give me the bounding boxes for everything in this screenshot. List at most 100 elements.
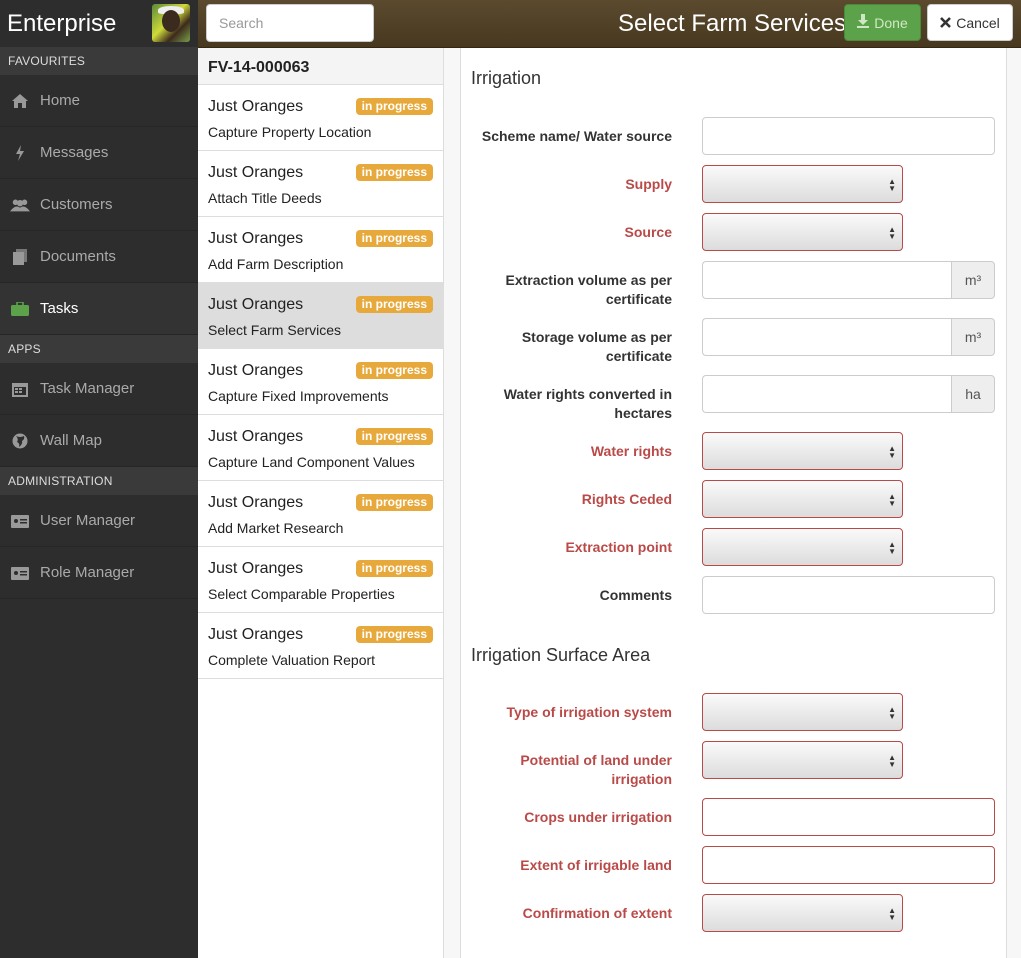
task-list-item[interactable]: Just Oranges in progress Add Farm Descript… — [198, 217, 443, 283]
storage-volume-label: Storage volume as per certificate — [521, 329, 672, 364]
irrigation-surface-legend: Irrigation Surface Area — [471, 645, 651, 665]
status-badge: in progress — [355, 230, 433, 247]
select-arrows-icon: ▲ ▼ — [888, 177, 896, 193]
select-arrows-icon: ▲ ▼ — [888, 492, 896, 508]
section-administration: ADMINISTRATION — [0, 467, 198, 495]
users-icon — [10, 195, 30, 215]
done-button[interactable]: Done — [844, 4, 921, 41]
task-title: Attach Title Deeds — [208, 190, 322, 206]
extraction-point-select[interactable]: ▲ ▼ — [702, 528, 903, 566]
status-badge: in progress — [355, 362, 433, 379]
water-rights-select[interactable]: ▲ ▼ — [702, 432, 903, 470]
comments-input[interactable] — [702, 576, 995, 614]
sidebar-item-label: Wall Map — [40, 432, 102, 449]
scheme-name-input[interactable] — [702, 117, 995, 155]
task-list-item[interactable]: Just Oranges in progress Complete Valuatio… — [198, 613, 443, 679]
task-list-item[interactable]: Just Oranges in progress Select Farm Servi… — [198, 283, 443, 349]
crops-label: Crops under irrigation — [524, 809, 672, 825]
water-rights-hectares-label: Water rights converted in hectares — [503, 386, 672, 421]
task-title: Select Comparable Properties — [208, 586, 395, 602]
sidebar-item-label: Customers — [40, 196, 113, 213]
confirmation-extent-select[interactable]: ▲ ▼ — [702, 894, 903, 932]
status-badge: in progress — [355, 296, 433, 313]
task-title: Complete Valuation Report — [208, 652, 376, 668]
storage-volume-input[interactable] — [702, 318, 951, 356]
sidebar-item-label: Home — [40, 92, 81, 109]
sidebar-item-customers[interactable]: Customers — [0, 179, 198, 231]
water-rights-hectares-input[interactable] — [702, 375, 951, 413]
app-root: Enterprise FAVOURITES Home Messages Cust… — [0, 0, 1021, 958]
task-list-header: FV-14-000063 — [198, 48, 443, 85]
select-arrows-icon: ▲ ▼ — [888, 225, 896, 241]
brand: Enterprise — [0, 0, 198, 47]
download-icon — [857, 14, 870, 31]
cancel-button[interactable]: Cancel — [927, 4, 1013, 41]
close-icon — [940, 15, 952, 31]
app-title: Enterprise — [7, 9, 117, 37]
status-badge: in progress — [355, 164, 433, 181]
done-label: Done — [874, 14, 908, 31]
extraction-volume-input[interactable] — [702, 261, 951, 299]
type-of-system-select[interactable]: ▲ ▼ — [702, 693, 903, 731]
unit-addon: m³ — [951, 318, 995, 356]
extent-irrigable-input[interactable] — [702, 846, 995, 884]
task-title: Capture Land Component Values — [208, 454, 415, 470]
sidebar-item-wall-map[interactable]: Wall Map — [0, 415, 198, 467]
rights-ceded-select[interactable]: ▲ ▼ — [702, 480, 903, 518]
source-select[interactable]: ▲ ▼ — [702, 213, 903, 251]
comments-label: Comments — [599, 587, 672, 603]
task-list-item[interactable]: Just Oranges in progress Select Comparable… — [198, 547, 443, 613]
task-list: FV-14-000063 Just Oranges in progress Capt… — [198, 48, 444, 958]
sidebar-item-label: Role Manager — [40, 564, 135, 581]
page-title: Select Farm Services — [618, 10, 847, 37]
extent-irrigable-label: Extent of irrigable land — [520, 857, 672, 873]
source-label: Source — [624, 224, 672, 240]
sidebar-item-label: Documents — [40, 248, 116, 265]
rights-ceded-label: Rights Ceded — [581, 491, 672, 507]
sidebar-item-role-manager[interactable]: Role Manager — [0, 547, 198, 599]
water-rights-hectares-group: ha — [702, 375, 995, 413]
crops-input[interactable] — [702, 798, 995, 836]
status-badge: in progress — [355, 494, 433, 511]
task-list-item[interactable]: Just Oranges in progress Capture Fixed Imp… — [198, 349, 443, 415]
id-card-icon — [10, 511, 30, 531]
confirmation-extent-label: Confirmation of extent — [522, 905, 672, 921]
potential-land-label: Potential of land under irrigation — [520, 752, 672, 787]
scheme-name-label: Scheme name/ Water source — [481, 128, 672, 144]
sidebar-item-user-manager[interactable]: User Manager — [0, 495, 198, 547]
task-title: Capture Fixed Improvements — [208, 388, 389, 404]
task-list-item[interactable]: Just Oranges in progress Attach Title Deed… — [198, 151, 443, 217]
search-input[interactable] — [206, 4, 374, 42]
task-list-item[interactable]: Just Oranges in progress Capture Land Comp… — [198, 415, 443, 481]
status-badge: in progress — [355, 560, 433, 577]
top-bar: Select Farm Services Done Cancel — [198, 0, 1021, 48]
sidebar-item-label: Messages — [40, 144, 109, 161]
sidebar-item-messages[interactable]: Messages — [0, 127, 198, 179]
supply-select[interactable]: ▲ ▼ — [702, 165, 903, 203]
sidebar-item-home[interactable]: Home — [0, 75, 198, 127]
potential-land-select[interactable]: ▲ ▼ — [702, 741, 903, 779]
task-title: Select Farm Services — [208, 322, 342, 338]
avatar[interactable] — [152, 4, 190, 42]
extraction-point-label: Extraction point — [565, 539, 672, 555]
extraction-volume-group: m³ — [702, 261, 995, 299]
sidebar-item-documents[interactable]: Documents — [0, 231, 198, 283]
documents-icon — [10, 247, 30, 267]
sidebar: Enterprise FAVOURITES Home Messages Cust… — [0, 0, 198, 958]
sidebar-item-tasks[interactable]: Tasks — [0, 283, 198, 335]
sidebar-item-label: Tasks — [40, 300, 79, 317]
status-badge: in progress — [355, 626, 433, 643]
task-title: Add Farm Description — [208, 256, 344, 272]
bolt-icon — [10, 143, 30, 163]
select-arrows-icon: ▲ ▼ — [888, 540, 896, 556]
globe-icon — [10, 431, 30, 451]
section-apps: APPS — [0, 335, 198, 363]
type-of-system-label: Type of irrigation system — [506, 704, 672, 720]
irrigation-legend: Irrigation — [471, 68, 542, 88]
status-badge: in progress — [355, 98, 433, 115]
task-list-item[interactable]: Just Oranges in progress Add Market Resear… — [198, 481, 443, 547]
select-arrows-icon: ▲ ▼ — [888, 753, 896, 769]
sidebar-item-task-manager[interactable]: Task Manager — [0, 363, 198, 415]
task-list-item[interactable]: Just Oranges in progress Capture Property … — [198, 85, 443, 151]
extraction-volume-label: Extraction volume as per certificate — [505, 272, 672, 307]
